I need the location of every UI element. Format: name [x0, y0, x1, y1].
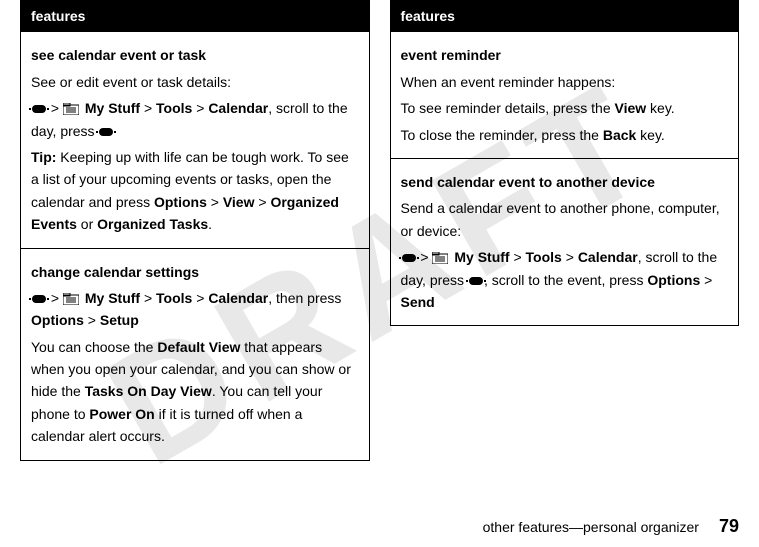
text: To close the reminder, press the	[401, 127, 603, 143]
center-key-icon	[32, 295, 46, 303]
gt: >	[51, 290, 59, 306]
calendar-label: Calendar	[208, 290, 268, 306]
gt: >	[144, 290, 152, 306]
row1-nav-line: > My Stuff > Tools > Calendar, scroll to…	[31, 97, 359, 142]
options-label: Options	[647, 272, 700, 288]
tools-label: Tools	[526, 249, 562, 265]
period: .	[208, 216, 212, 232]
row1-tip: Tip: Keeping up with life can be tough w…	[31, 146, 359, 236]
row1-p1: See or edit event or task details:	[31, 71, 359, 93]
tasksday-label: Tasks On Day View	[85, 383, 212, 399]
options-label: Options	[31, 312, 84, 328]
center-key-icon	[402, 254, 416, 262]
gt: >	[84, 312, 100, 328]
poweron-label: Power On	[89, 406, 154, 422]
page-number: 79	[719, 516, 739, 537]
gt: >	[196, 290, 204, 306]
folder-icon	[63, 293, 79, 305]
r-row2-title: send calendar event to another device	[401, 171, 729, 193]
center-key-icon	[32, 105, 46, 113]
tools-label: Tools	[156, 100, 192, 116]
text: key.	[646, 100, 675, 116]
gt: >	[700, 272, 712, 288]
folder-icon	[63, 103, 79, 115]
gt: >	[207, 194, 223, 210]
gt: >	[420, 249, 428, 265]
gt: >	[254, 194, 270, 210]
text: key.	[636, 127, 665, 143]
calendar-label: Calendar	[208, 100, 268, 116]
right-row-1: event reminder When an event reminder ha…	[390, 32, 739, 159]
r-row1-p3: To close the reminder, press the Back ke…	[401, 124, 729, 146]
view-key-label: View	[615, 100, 647, 116]
text: , scroll to the event, press	[484, 272, 647, 288]
r-row1-p2: To see reminder details, press the View …	[401, 97, 729, 119]
calendar-label: Calendar	[578, 249, 638, 265]
r-row2-nav: > My Stuff > Tools > Calendar , scroll to…	[401, 246, 729, 313]
left-row-1: see calendar event or task See or edit e…	[21, 32, 370, 248]
gt: >	[566, 249, 574, 265]
text: To see reminder details, press the	[401, 100, 615, 116]
gt: >	[196, 100, 204, 116]
center-key-icon	[99, 128, 113, 136]
gt: >	[513, 249, 521, 265]
r-row1-p1: When an event reminder happens:	[401, 71, 729, 93]
row2-nav-line: > My Stuff > Tools > Calendar, then pres…	[31, 287, 359, 332]
tools-label: Tools	[156, 290, 192, 306]
right-table: features event reminder When an event re…	[390, 0, 740, 326]
or-text: or	[77, 216, 97, 232]
center-key-icon	[469, 277, 483, 285]
page-footer: other features—personal organizer 79	[483, 516, 739, 537]
send-label: Send	[401, 294, 435, 310]
r-row2-p1: Send a calendar event to another phone, …	[401, 197, 729, 242]
left-column: features see calendar event or task See …	[20, 0, 370, 461]
defview-label: Default View	[157, 339, 240, 355]
content-columns: features see calendar event or task See …	[0, 0, 759, 461]
back-key-label: Back	[603, 127, 636, 143]
row2-p2: You can choose the Default View that app…	[31, 336, 359, 448]
tip-label: Tip:	[31, 149, 56, 165]
left-header: features	[21, 1, 370, 32]
mystuff-label: My Stuff	[454, 249, 509, 265]
orgtasks-label: Organized Tasks	[97, 216, 208, 232]
right-header: features	[390, 1, 739, 32]
mystuff-label: My Stuff	[85, 100, 140, 116]
left-row-2: change calendar settings > My Stuff > To…	[21, 248, 370, 460]
then-text: , then press	[268, 290, 341, 306]
gt: >	[144, 100, 152, 116]
right-column: features event reminder When an event re…	[390, 0, 740, 461]
text: You can choose the	[31, 339, 157, 355]
r-row1-title: event reminder	[401, 44, 729, 66]
folder-icon	[432, 252, 448, 264]
row1-title: see calendar event or task	[31, 44, 359, 66]
gt: >	[51, 100, 59, 116]
options-label: Options	[154, 194, 207, 210]
right-row-2: send calendar event to another device Se…	[390, 158, 739, 325]
footer-text: other features—personal organizer	[483, 519, 699, 535]
mystuff-label: My Stuff	[85, 290, 140, 306]
setup-label: Setup	[100, 312, 139, 328]
left-table: features see calendar event or task See …	[20, 0, 370, 461]
view-label: View	[223, 194, 255, 210]
row2-title: change calendar settings	[31, 261, 359, 283]
